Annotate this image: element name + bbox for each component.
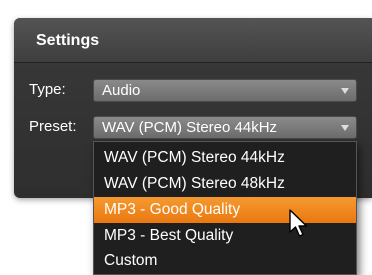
- preset-select[interactable]: WAV (PCM) Stereo 44kHz: [93, 116, 357, 139]
- preset-label: Preset:: [29, 118, 77, 135]
- panel-title: Settings: [36, 32, 100, 49]
- preset-option[interactable]: Custom: [94, 248, 356, 274]
- preset-option[interactable]: WAV (PCM) Stereo 44kHz: [94, 145, 356, 171]
- preset-dropdown-list: WAV (PCM) Stereo 44kHz WAV (PCM) Stereo …: [93, 141, 357, 275]
- type-select[interactable]: Audio: [93, 79, 357, 102]
- mouse-cursor-icon: [289, 209, 308, 237]
- type-label: Type:: [29, 81, 66, 98]
- panel-header: Settings: [14, 18, 372, 63]
- preset-option[interactable]: WAV (PCM) Stereo 48kHz: [94, 171, 356, 197]
- preset-option[interactable]: MP3 - Best Quality: [94, 223, 356, 249]
- preset-option-highlighted[interactable]: MP3 - Good Quality: [94, 197, 356, 223]
- chevron-down-icon: [341, 125, 349, 131]
- chevron-down-icon: [341, 88, 349, 94]
- type-select-value: Audio: [102, 82, 141, 99]
- preset-select-value: WAV (PCM) Stereo 44kHz: [102, 119, 278, 136]
